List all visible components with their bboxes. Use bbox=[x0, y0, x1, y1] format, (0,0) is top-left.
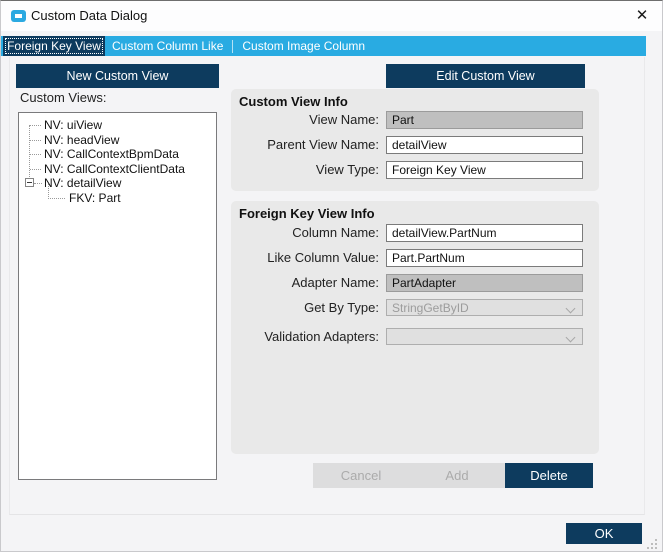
view-name-label: View Name: bbox=[309, 112, 379, 127]
tree-connector-stub bbox=[30, 140, 41, 141]
column-name-label: Column Name: bbox=[292, 225, 379, 240]
tree-connector-stub bbox=[30, 154, 41, 155]
tab-foreign-key-view[interactable]: Foreign Key View bbox=[3, 36, 105, 56]
tree-item-uiview[interactable]: NV: uiView bbox=[44, 118, 102, 132]
get-by-type-dropdown: StringGetByID bbox=[386, 299, 583, 316]
tree-connector-stub bbox=[30, 125, 41, 126]
view-type-label: View Type: bbox=[315, 162, 379, 177]
custom-view-info-panel: Custom View Info View Name: Parent View … bbox=[231, 89, 599, 191]
tree-item-callcontextclientdata[interactable]: NV: CallContextClientData bbox=[44, 162, 185, 176]
resize-grip-icon[interactable] bbox=[655, 547, 657, 549]
view-type-field[interactable] bbox=[386, 161, 583, 179]
parent-view-name-field[interactable] bbox=[386, 136, 583, 154]
custom-views-label: Custom Views: bbox=[20, 90, 107, 105]
ok-button[interactable]: OK bbox=[566, 523, 642, 544]
new-custom-view-button[interactable]: New Custom View bbox=[16, 64, 219, 88]
tab-separator bbox=[232, 39, 234, 53]
title-bar: Custom Data Dialog ✕ bbox=[1, 1, 662, 31]
cancel-button: Cancel bbox=[313, 463, 409, 488]
custom-data-dialog: Custom Data Dialog ✕ Foreign Key View Cu… bbox=[0, 0, 663, 552]
get-by-type-label: Get By Type: bbox=[304, 300, 379, 315]
tab-bar: Foreign Key View Custom Column Like Cust… bbox=[1, 36, 646, 56]
tree-connector-stub bbox=[34, 183, 42, 184]
tree-item-headview[interactable]: NV: headView bbox=[44, 133, 119, 147]
parent-view-name-label: Parent View Name: bbox=[267, 137, 379, 152]
view-name-field bbox=[386, 111, 583, 129]
window-title: Custom Data Dialog bbox=[31, 8, 148, 23]
chevron-down-icon bbox=[565, 332, 576, 343]
adapter-name-field bbox=[386, 274, 583, 292]
column-name-field[interactable] bbox=[386, 224, 583, 242]
delete-button[interactable]: Delete bbox=[505, 463, 593, 488]
edit-custom-view-button[interactable]: Edit Custom View bbox=[386, 64, 585, 88]
validation-adapters-dropdown bbox=[386, 328, 583, 345]
tree-item-detailview[interactable]: NV: detailView bbox=[44, 176, 121, 190]
validation-adapters-label: Validation Adapters: bbox=[264, 329, 379, 344]
close-icon[interactable]: ✕ bbox=[626, 3, 658, 29]
tree-connector-stub bbox=[30, 169, 41, 170]
tree-item-fkv-part[interactable]: FKV: Part bbox=[69, 191, 121, 205]
chevron-down-icon bbox=[565, 303, 576, 314]
like-column-value-label: Like Column Value: bbox=[267, 250, 379, 265]
tab-custom-image-column[interactable]: Custom Image Column bbox=[235, 36, 372, 56]
tree-item-callcontextbpmdata[interactable]: NV: CallContextBpmData bbox=[44, 147, 179, 161]
tab-custom-column-like[interactable]: Custom Column Like bbox=[105, 36, 230, 56]
custom-views-tree[interactable]: NV: uiView NV: headView NV: CallContextB… bbox=[18, 112, 217, 480]
foreign-key-view-info-title: Foreign Key View Info bbox=[239, 206, 375, 221]
adapter-name-label: Adapter Name: bbox=[291, 275, 379, 290]
foreign-key-view-info-panel: Foreign Key View Info Column Name: Like … bbox=[231, 201, 599, 454]
custom-view-info-title: Custom View Info bbox=[239, 94, 348, 109]
get-by-type-value: StringGetByID bbox=[392, 300, 469, 315]
like-column-value-field[interactable] bbox=[386, 249, 583, 267]
window-icon bbox=[11, 10, 26, 22]
add-button: Add bbox=[409, 463, 505, 488]
tree-collapse-icon[interactable] bbox=[25, 178, 34, 187]
